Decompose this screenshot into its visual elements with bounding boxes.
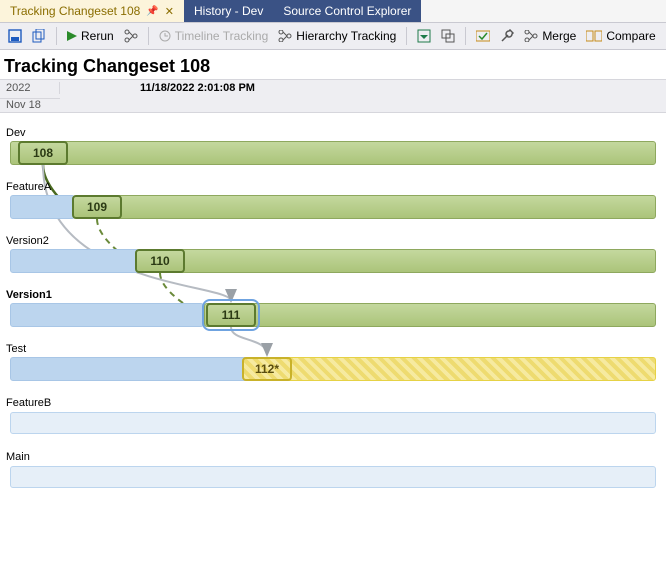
- blue-bar: [10, 357, 268, 381]
- save-icon[interactable]: [4, 25, 26, 47]
- changeset-node[interactable]: 111: [206, 303, 256, 327]
- tab-strip: Tracking Changeset 108 📌 ✕ History - Dev…: [0, 0, 666, 22]
- toolbar: Rerun Timeline Tracking Hierarchy Tracki…: [0, 22, 666, 50]
- lane: FeatureB: [0, 381, 666, 435]
- tab-source-control-explorer[interactable]: Source Control Explorer: [273, 0, 421, 22]
- lane-track: 108: [10, 141, 656, 165]
- separator: [465, 27, 466, 45]
- lane-label: Version1: [0, 285, 666, 303]
- blue-bar: [10, 249, 139, 273]
- day-label: Nov 18: [0, 98, 60, 111]
- lane-label: Version2: [0, 231, 666, 249]
- copy-icon[interactable]: [28, 25, 50, 47]
- green-bar: [75, 195, 656, 219]
- timeline-chart[interactable]: Dev108FeatureA109Version2110Version1111T…: [0, 113, 666, 583]
- green-bar: [139, 249, 656, 273]
- empty-bar: [10, 412, 656, 434]
- tab-label: Source Control Explorer: [283, 4, 411, 18]
- tab-tracking-changeset[interactable]: Tracking Changeset 108 📌 ✕: [0, 0, 184, 22]
- separator: [406, 27, 407, 45]
- lane: Main: [0, 435, 666, 489]
- yellow-bar: [268, 357, 656, 381]
- lane-track: 112*: [10, 357, 656, 381]
- lane: Test112*: [0, 327, 666, 381]
- empty-bar: [10, 466, 656, 488]
- rerun-label: Rerun: [81, 29, 114, 43]
- lane: Dev108: [0, 113, 666, 165]
- timeline-tracking-label: Timeline Tracking: [175, 29, 269, 43]
- wrench-icon[interactable]: [496, 25, 518, 47]
- separator: [56, 27, 57, 45]
- tab-history[interactable]: History - Dev: [184, 0, 273, 22]
- lane-track: 111: [10, 303, 656, 327]
- lane-track: [10, 411, 656, 435]
- lane-track: 110: [10, 249, 656, 273]
- tab-label: Tracking Changeset 108: [10, 4, 140, 18]
- date-header: 2022 11/18/2022 2:01:08 PM Nov 18: [0, 79, 666, 113]
- year-label: 2022: [0, 82, 60, 94]
- changeset-node[interactable]: 110: [135, 249, 185, 273]
- changeset-node[interactable]: 108: [18, 141, 68, 165]
- pin-icon[interactable]: 📌: [146, 6, 158, 17]
- fit-icon[interactable]: [413, 25, 435, 47]
- changeset-node[interactable]: 109: [72, 195, 122, 219]
- merge-button[interactable]: Merge: [520, 25, 580, 47]
- page-title: Tracking Changeset 108: [0, 50, 666, 79]
- timestamp-label: 11/18/2022 2:01:08 PM: [60, 82, 255, 94]
- lane: Version1111: [0, 273, 666, 327]
- changeset-node[interactable]: 112*: [242, 357, 292, 381]
- blue-bar: [10, 303, 204, 327]
- lane: Version2110: [0, 219, 666, 273]
- lane-track: 109: [10, 195, 656, 219]
- rerun-button[interactable]: Rerun: [63, 25, 118, 47]
- lane-label: FeatureB: [0, 393, 666, 411]
- lane-label: Test: [0, 339, 666, 357]
- branch-icon[interactable]: [120, 25, 142, 47]
- hierarchy-tracking-label: Hierarchy Tracking: [296, 29, 396, 43]
- lane-label: FeatureA: [0, 177, 666, 195]
- check-icon[interactable]: [472, 25, 494, 47]
- blue-bar: [10, 195, 75, 219]
- compare-button[interactable]: Compare: [582, 25, 659, 47]
- green-bar: [10, 141, 656, 165]
- merge-label: Merge: [542, 29, 576, 43]
- tab-label: History - Dev: [194, 4, 263, 18]
- zoom-100-icon[interactable]: [437, 25, 459, 47]
- timeline-tracking-button[interactable]: Timeline Tracking: [155, 25, 273, 47]
- hierarchy-tracking-button[interactable]: Hierarchy Tracking: [274, 25, 400, 47]
- compare-label: Compare: [606, 29, 655, 43]
- lane-track: [10, 465, 656, 489]
- separator: [148, 27, 149, 45]
- lane: FeatureA109: [0, 165, 666, 219]
- close-icon[interactable]: ✕: [165, 5, 174, 18]
- lane-label: Main: [0, 447, 666, 465]
- lane-label: Dev: [0, 123, 666, 141]
- green-bar: [204, 303, 656, 327]
